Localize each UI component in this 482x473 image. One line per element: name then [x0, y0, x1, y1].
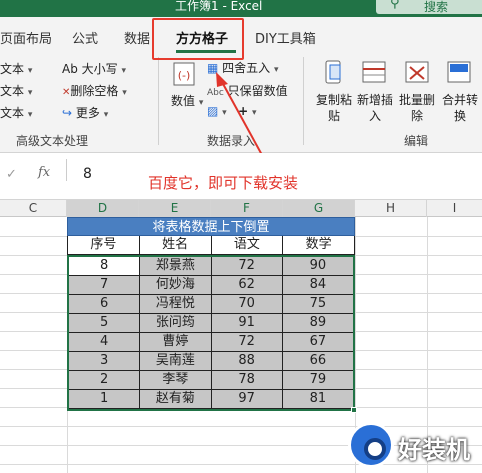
formula-divider — [66, 159, 67, 181]
table-cell[interactable]: 90 — [282, 257, 353, 276]
table-cell[interactable]: 91 — [211, 314, 283, 333]
table-row: 7 何妙海 62 84 — [69, 276, 353, 295]
fill-handle[interactable] — [351, 407, 357, 413]
table-cell[interactable]: 李琴 — [140, 371, 212, 390]
table-cell[interactable]: 6 — [69, 295, 141, 314]
table-cell[interactable]: 78 — [211, 371, 283, 390]
header-cell[interactable]: 序号 — [68, 236, 140, 254]
table-cell[interactable]: 81 — [282, 390, 353, 409]
header-cell[interactable]: 姓名 — [140, 236, 212, 254]
selected-range[interactable]: 8 郑景燕 72 90 7 何妙海 62 84 6 冯程悦 70 75 5 张问… — [67, 255, 357, 413]
table-cell[interactable]: 88 — [211, 352, 283, 371]
cancel-icon[interactable]: ✓ — [6, 167, 17, 182]
table-cell[interactable]: 郑景燕 — [140, 257, 212, 276]
table-cell[interactable]: 67 — [282, 333, 353, 352]
table-cell[interactable]: 97 — [211, 390, 283, 409]
table-cell[interactable]: 2 — [69, 371, 141, 390]
watermark-text: 好装机 — [398, 436, 470, 464]
table-title[interactable]: 将表格数据上下倒置 — [67, 217, 355, 236]
table-cell[interactable]: 1 — [69, 390, 141, 409]
table-cell[interactable]: 79 — [282, 371, 353, 390]
table-cell[interactable]: 72 — [211, 333, 283, 352]
data-table: 将表格数据上下倒置 序号 姓名 语文 数学 8 郑景燕 72 90 7 何妙海 … — [67, 217, 357, 413]
table-cell[interactable]: 3 — [69, 352, 141, 371]
table-cell[interactable]: 84 — [282, 276, 353, 295]
column-header-h[interactable]: H — [355, 200, 427, 217]
download-annotation: 百度它，即可下载安装 — [148, 174, 299, 192]
table-cell[interactable]: 89 — [282, 314, 353, 333]
column-header-g[interactable]: G — [283, 200, 355, 217]
table-cell[interactable]: 70 — [211, 295, 283, 314]
column-header-c[interactable]: C — [0, 200, 67, 217]
table-row: 2 李琴 78 79 — [69, 371, 353, 390]
header-cell[interactable]: 数学 — [283, 236, 354, 254]
table-cell[interactable]: 7 — [69, 276, 141, 295]
table-cell[interactable]: 张问筠 — [140, 314, 212, 333]
column-header-i[interactable]: I — [427, 200, 482, 217]
watermark-logo-icon — [348, 422, 394, 468]
formula-input[interactable]: 8 — [83, 166, 92, 182]
table-cell[interactable]: 赵有菊 — [140, 390, 212, 409]
table-row: 3 吴南莲 88 66 — [69, 352, 353, 371]
table-cell[interactable]: 72 — [211, 257, 283, 276]
table-row: 8 郑景燕 72 90 — [69, 257, 353, 276]
column-header-e[interactable]: E — [139, 200, 211, 217]
table-row: 5 张问筠 91 89 — [69, 314, 353, 333]
header-cell[interactable]: 语文 — [212, 236, 284, 254]
fx-icon[interactable]: fx — [38, 165, 50, 180]
table-header-row: 序号 姓名 语文 数学 — [67, 236, 355, 255]
table-cell[interactable]: 66 — [282, 352, 353, 371]
table-row: 6 冯程悦 70 75 — [69, 295, 353, 314]
table-cell[interactable]: 75 — [282, 295, 353, 314]
table-cell[interactable]: 冯程悦 — [140, 295, 212, 314]
column-header-f[interactable]: F — [211, 200, 283, 217]
active-cell[interactable]: 8 — [69, 257, 141, 276]
column-headers: C D E F G H I — [0, 199, 482, 217]
table-cell[interactable]: 62 — [211, 276, 283, 295]
formula-bar: ✓ fx 8 百度它，即可下载安装 — [0, 153, 482, 197]
table-cell[interactable]: 曹婷 — [140, 333, 212, 352]
table-cell[interactable]: 4 — [69, 333, 141, 352]
table-row: 1 赵有菊 97 81 — [69, 390, 353, 409]
column-header-d[interactable]: D — [67, 200, 139, 217]
table-row: 4 曹婷 72 67 — [69, 333, 353, 352]
table-cell[interactable]: 何妙海 — [140, 276, 212, 295]
watermark: 好装机 — [346, 420, 482, 473]
table-cell[interactable]: 吴南莲 — [140, 352, 212, 371]
table-cell[interactable]: 5 — [69, 314, 141, 333]
